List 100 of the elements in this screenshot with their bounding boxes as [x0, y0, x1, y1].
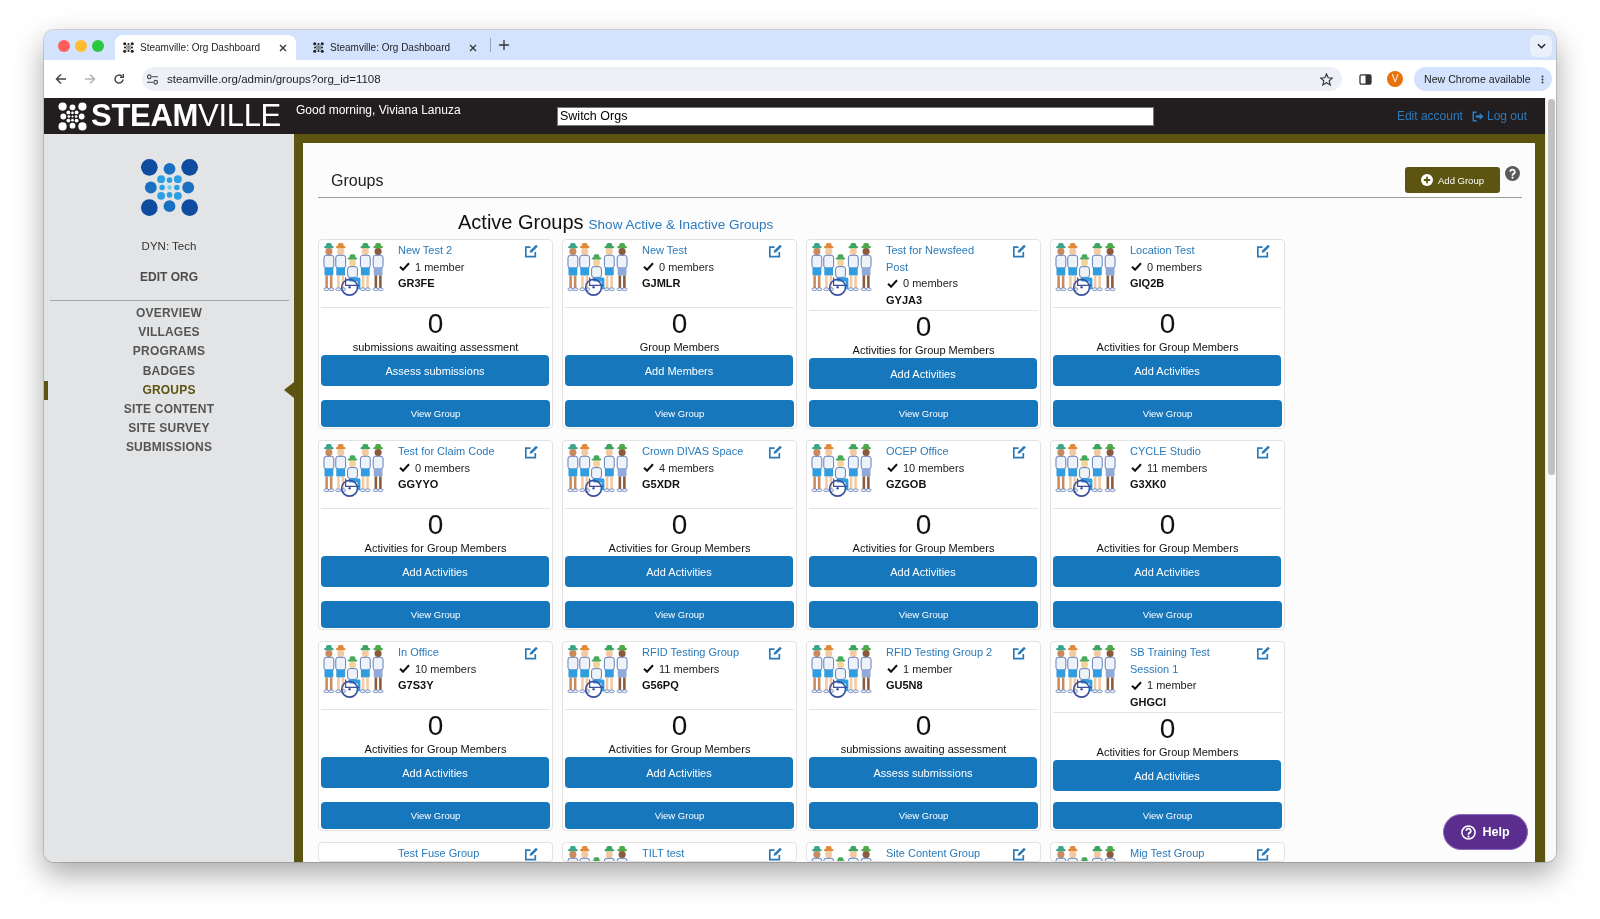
edit-icon[interactable]: [768, 244, 783, 258]
edit-icon[interactable]: [768, 646, 783, 660]
edit-icon[interactable]: [1012, 445, 1027, 459]
site-settings-icon[interactable]: [146, 73, 159, 85]
nav-item[interactable]: PROGRAMS: [44, 342, 294, 362]
check-icon: [887, 463, 898, 473]
member-count: 11 members: [1147, 460, 1208, 476]
edit-org-link[interactable]: EDIT ORG: [140, 269, 198, 285]
card-action-button[interactable]: Add Activities: [1053, 556, 1281, 587]
edit-icon[interactable]: [524, 244, 539, 258]
view-group-button[interactable]: View Group: [809, 400, 1038, 427]
card-action-button[interactable]: Add Activities: [565, 556, 793, 587]
star-icon[interactable]: [1320, 72, 1333, 86]
card-action-button[interactable]: Assess submissions: [809, 757, 1037, 788]
account-link[interactable]: Edit account: [1396, 109, 1463, 123]
group-name-link[interactable]: New Test 2: [398, 242, 453, 259]
edit-icon[interactable]: [1012, 646, 1027, 660]
group-name-link[interactable]: New Test: [642, 242, 688, 259]
edit-icon[interactable]: [768, 847, 783, 861]
card-action-button[interactable]: Add Activities: [809, 358, 1037, 389]
check-icon: [1131, 463, 1142, 473]
profile-avatar[interactable]: V: [1387, 71, 1403, 87]
edit-icon[interactable]: [768, 445, 783, 459]
group-name-link[interactable]: In Office: [398, 644, 439, 661]
window-close-icon[interactable]: [58, 40, 70, 52]
nav-item[interactable]: OVERVIEW: [44, 304, 294, 324]
member-count: 10 members: [903, 460, 965, 476]
group-name-link[interactable]: RFID Testing Group: [642, 644, 739, 661]
scrollbar-thumb[interactable]: [1548, 99, 1555, 475]
close-icon[interactable]: [279, 43, 287, 52]
nav-item[interactable]: BADGES: [44, 361, 294, 381]
member-count: 0 members: [1147, 259, 1203, 275]
help-button[interactable]: Help: [1443, 814, 1528, 850]
group-code: GYJA3: [886, 292, 923, 308]
group-name-link[interactable]: CYCLE Studio: [1130, 443, 1201, 460]
nav-item[interactable]: VILLAGES: [44, 323, 294, 343]
group-name-link[interactable]: Mig Test Group: [1130, 845, 1205, 861]
edit-icon[interactable]: [1256, 244, 1271, 258]
browser-tab[interactable]: Steamville: Org Dashboard: [305, 35, 486, 60]
edit-icon[interactable]: [524, 445, 539, 459]
view-group-button[interactable]: View Group: [1053, 400, 1282, 427]
browser-tab[interactable]: Steamville: Org Dashboard: [115, 35, 296, 60]
edit-icon[interactable]: [524, 646, 539, 660]
new-tab-icon[interactable]: [499, 40, 509, 50]
nav-item[interactable]: SITE CONTENT: [44, 399, 294, 420]
group-name-link[interactable]: Crown DIVAS Space: [642, 443, 744, 460]
group-name-link[interactable]: Test for Newsfeed Post: [886, 242, 997, 275]
org-switcher-field[interactable]: Switch Orgs: [557, 107, 1154, 126]
more-icon[interactable]: [1541, 73, 1544, 85]
nav-item[interactable]: SITE SURVEY: [44, 419, 294, 439]
edit-icon[interactable]: [1256, 646, 1271, 660]
edit-icon[interactable]: [1256, 847, 1271, 861]
group-name-link[interactable]: OCEP Office: [886, 443, 949, 460]
view-group-button[interactable]: View Group: [321, 802, 550, 829]
group-name-link[interactable]: RFID Testing Group 2: [886, 644, 993, 661]
back-icon[interactable]: [55, 73, 67, 85]
group-name-link[interactable]: TILT test: [642, 845, 685, 861]
view-group-button[interactable]: View Group: [565, 601, 794, 628]
group-name-link[interactable]: Test for Claim Code: [398, 443, 495, 460]
close-icon[interactable]: [469, 43, 477, 52]
card-action-button[interactable]: Add Activities: [1053, 760, 1281, 791]
group-name-link[interactable]: Location Test: [1130, 242, 1195, 259]
view-group-button[interactable]: View Group: [1053, 601, 1282, 628]
count-label: Group Members: [639, 340, 720, 354]
view-group-button[interactable]: View Group: [809, 601, 1038, 628]
card-action-button[interactable]: Add Members: [565, 355, 793, 386]
help-icon[interactable]: [1505, 166, 1520, 181]
group-name-link[interactable]: SB Training Test Session 1: [1130, 644, 1241, 677]
edit-icon[interactable]: [1256, 445, 1271, 459]
edit-icon[interactable]: [1012, 847, 1027, 861]
tab-list-button[interactable]: [1530, 35, 1552, 57]
view-group-button[interactable]: View Group: [565, 802, 794, 829]
check-icon: [399, 463, 410, 473]
edit-icon[interactable]: [1012, 244, 1027, 258]
group-name-link[interactable]: Test Fuse Group: [398, 845, 480, 861]
add-group-button[interactable]: Add Group: [1405, 167, 1500, 193]
logout-link[interactable]: Log out: [1471, 109, 1527, 123]
view-group-button[interactable]: View Group: [565, 400, 794, 427]
section-title: Active Groups: [458, 210, 584, 234]
card-action-button[interactable]: Add Activities: [809, 556, 1037, 587]
card-action-button[interactable]: Add Activities: [321, 556, 549, 587]
address-field[interactable]: steamville.org/admin/groups?org_id=1108: [142, 67, 1342, 91]
count-value: 0: [915, 311, 932, 343]
update-button[interactable]: New Chrome available: [1414, 67, 1552, 91]
group-name-link[interactable]: Site Content Group: [886, 845, 981, 861]
side-panel-icon[interactable]: [1359, 73, 1372, 85]
view-group-button[interactable]: View Group: [321, 400, 550, 427]
view-group-button[interactable]: View Group: [809, 802, 1038, 829]
edit-icon[interactable]: [524, 847, 539, 861]
reload-icon[interactable]: [113, 73, 125, 85]
nav-item[interactable]: SUBMISSIONS: [44, 438, 294, 458]
member-count: 10 members: [415, 661, 477, 677]
check-icon: [643, 262, 654, 272]
card-action-button[interactable]: Assess submissions: [321, 355, 549, 386]
card-action-button[interactable]: Add Activities: [565, 757, 793, 788]
card-action-button[interactable]: Add Activities: [1053, 355, 1281, 386]
card-action-button[interactable]: Add Activities: [321, 757, 549, 788]
view-group-button[interactable]: View Group: [321, 601, 550, 628]
group-code: GR3FE: [398, 276, 435, 291]
view-group-button[interactable]: View Group: [1053, 802, 1282, 829]
